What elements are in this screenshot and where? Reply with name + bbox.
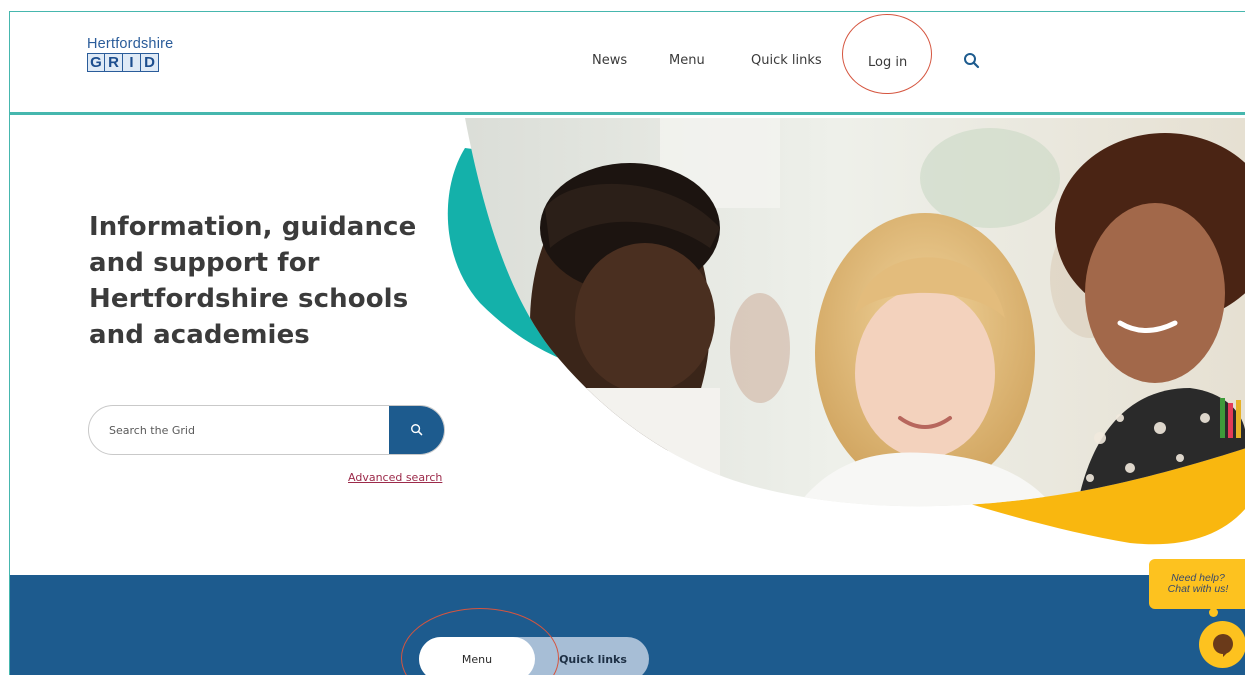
annotation-circle-log-in	[842, 14, 932, 94]
logo-letter: R	[105, 53, 123, 72]
chat-line-2: Chat with us!	[1167, 583, 1229, 595]
logo-wordmark: Hertfordshire	[87, 36, 174, 52]
nav-news-link[interactable]: News	[592, 53, 627, 68]
chat-icon	[1212, 633, 1233, 657]
hertfordshire-grid-logo[interactable]: Hertfordshire G R I D	[87, 37, 173, 72]
search-button[interactable]	[389, 406, 444, 454]
chat-open-button[interactable]	[1199, 621, 1245, 668]
advanced-search-link[interactable]: Advanced search	[348, 471, 442, 484]
logo-letter: D	[141, 53, 159, 72]
hero-title: Information, guidance and support for He…	[89, 212, 417, 350]
nav-quick-links-link[interactable]: Quick links	[751, 53, 822, 68]
nav-menu-link[interactable]: Menu	[669, 53, 705, 68]
search-icon	[411, 424, 423, 436]
search-icon[interactable]	[962, 51, 982, 71]
hero-image	[447, 118, 1245, 545]
search-input[interactable]	[89, 406, 389, 454]
chat-bubble-tail	[1209, 608, 1218, 617]
grid-search-box	[88, 405, 445, 455]
logo-letter: G	[87, 53, 105, 72]
browser-page: Hertfordshire G R I D News Menu Quick li…	[9, 11, 1245, 675]
logo-letter-boxes: G R I D	[87, 53, 173, 72]
site-header: Hertfordshire G R I D News Menu Quick li…	[10, 12, 1245, 115]
logo-letter: I	[123, 53, 141, 72]
chat-prompt-bubble[interactable]: Need help? Chat with us!	[1149, 559, 1245, 609]
